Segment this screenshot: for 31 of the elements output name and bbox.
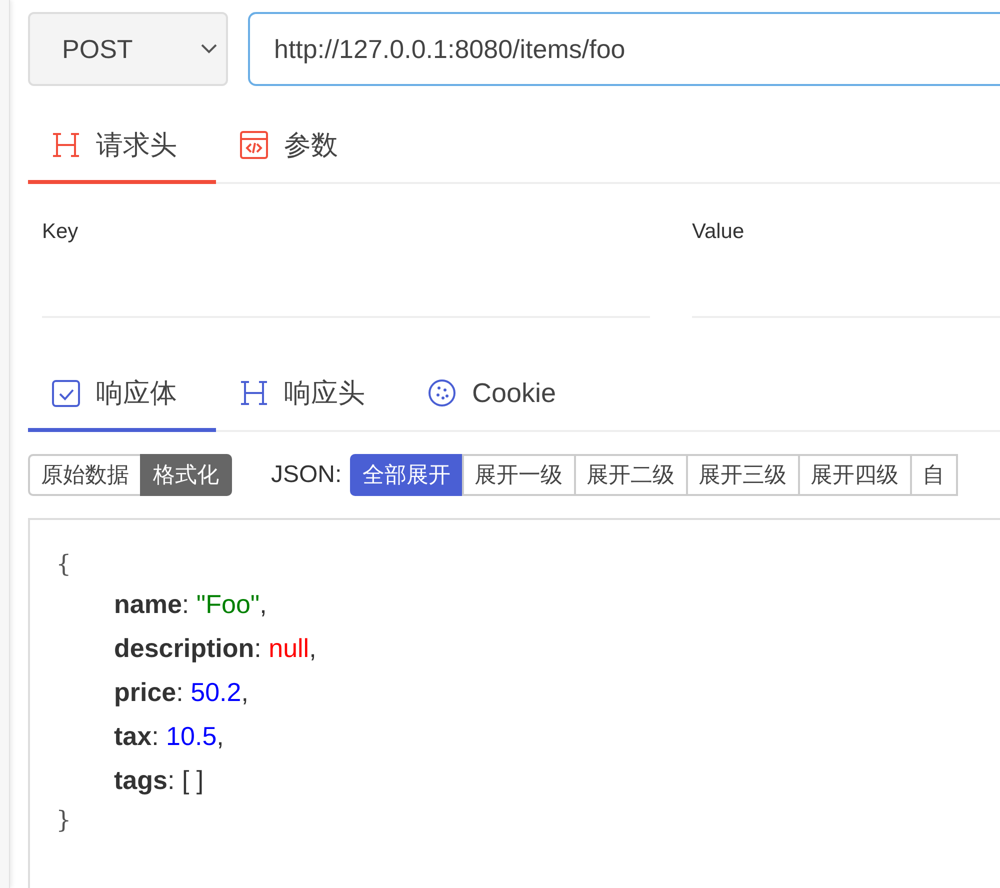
- column-header: Value: [692, 220, 744, 243]
- json-label: JSON:: [271, 461, 342, 489]
- chevron-down-icon: [200, 43, 218, 55]
- code-window-icon: [240, 131, 268, 159]
- expand-level-button[interactable]: 展开四级: [798, 454, 912, 496]
- view-mode-button[interactable]: 格式化: [140, 454, 232, 496]
- expand-level-button[interactable]: 展开二级: [574, 454, 688, 496]
- column-header: Key: [42, 220, 78, 243]
- json-field: description: null,: [114, 633, 316, 663]
- tab[interactable]: 响应体: [28, 358, 216, 432]
- url-field[interactable]: http://127.0.0.1:8080/items/foo: [248, 12, 1000, 86]
- json-field: tags: [ ]: [114, 765, 204, 795]
- tab[interactable]: 请求头: [28, 110, 216, 184]
- json-field: price: 50.2,: [114, 677, 248, 707]
- brace: }: [56, 806, 72, 834]
- tab[interactable]: 参数: [216, 110, 404, 184]
- header-icon: [240, 380, 268, 406]
- tab[interactable]: 响应头: [216, 358, 404, 432]
- header-icon: [52, 132, 80, 158]
- brace: {: [56, 550, 72, 578]
- tab[interactable]: Cookie: [404, 358, 592, 432]
- expand-level-button[interactable]: 展开三级: [686, 454, 800, 496]
- expand-level-button[interactable]: 全部展开: [350, 454, 464, 496]
- cookie-icon: [428, 379, 456, 407]
- checkbox-icon: [52, 379, 80, 407]
- expand-level-button[interactable]: 自: [910, 454, 958, 496]
- json-field: tax: 10.5,: [114, 721, 224, 751]
- view-mode-button[interactable]: 原始数据: [28, 454, 142, 496]
- json-field: name: "Foo",: [114, 589, 267, 619]
- method-dropdown[interactable]: POST: [28, 12, 228, 86]
- expand-level-button[interactable]: 展开一级: [462, 454, 576, 496]
